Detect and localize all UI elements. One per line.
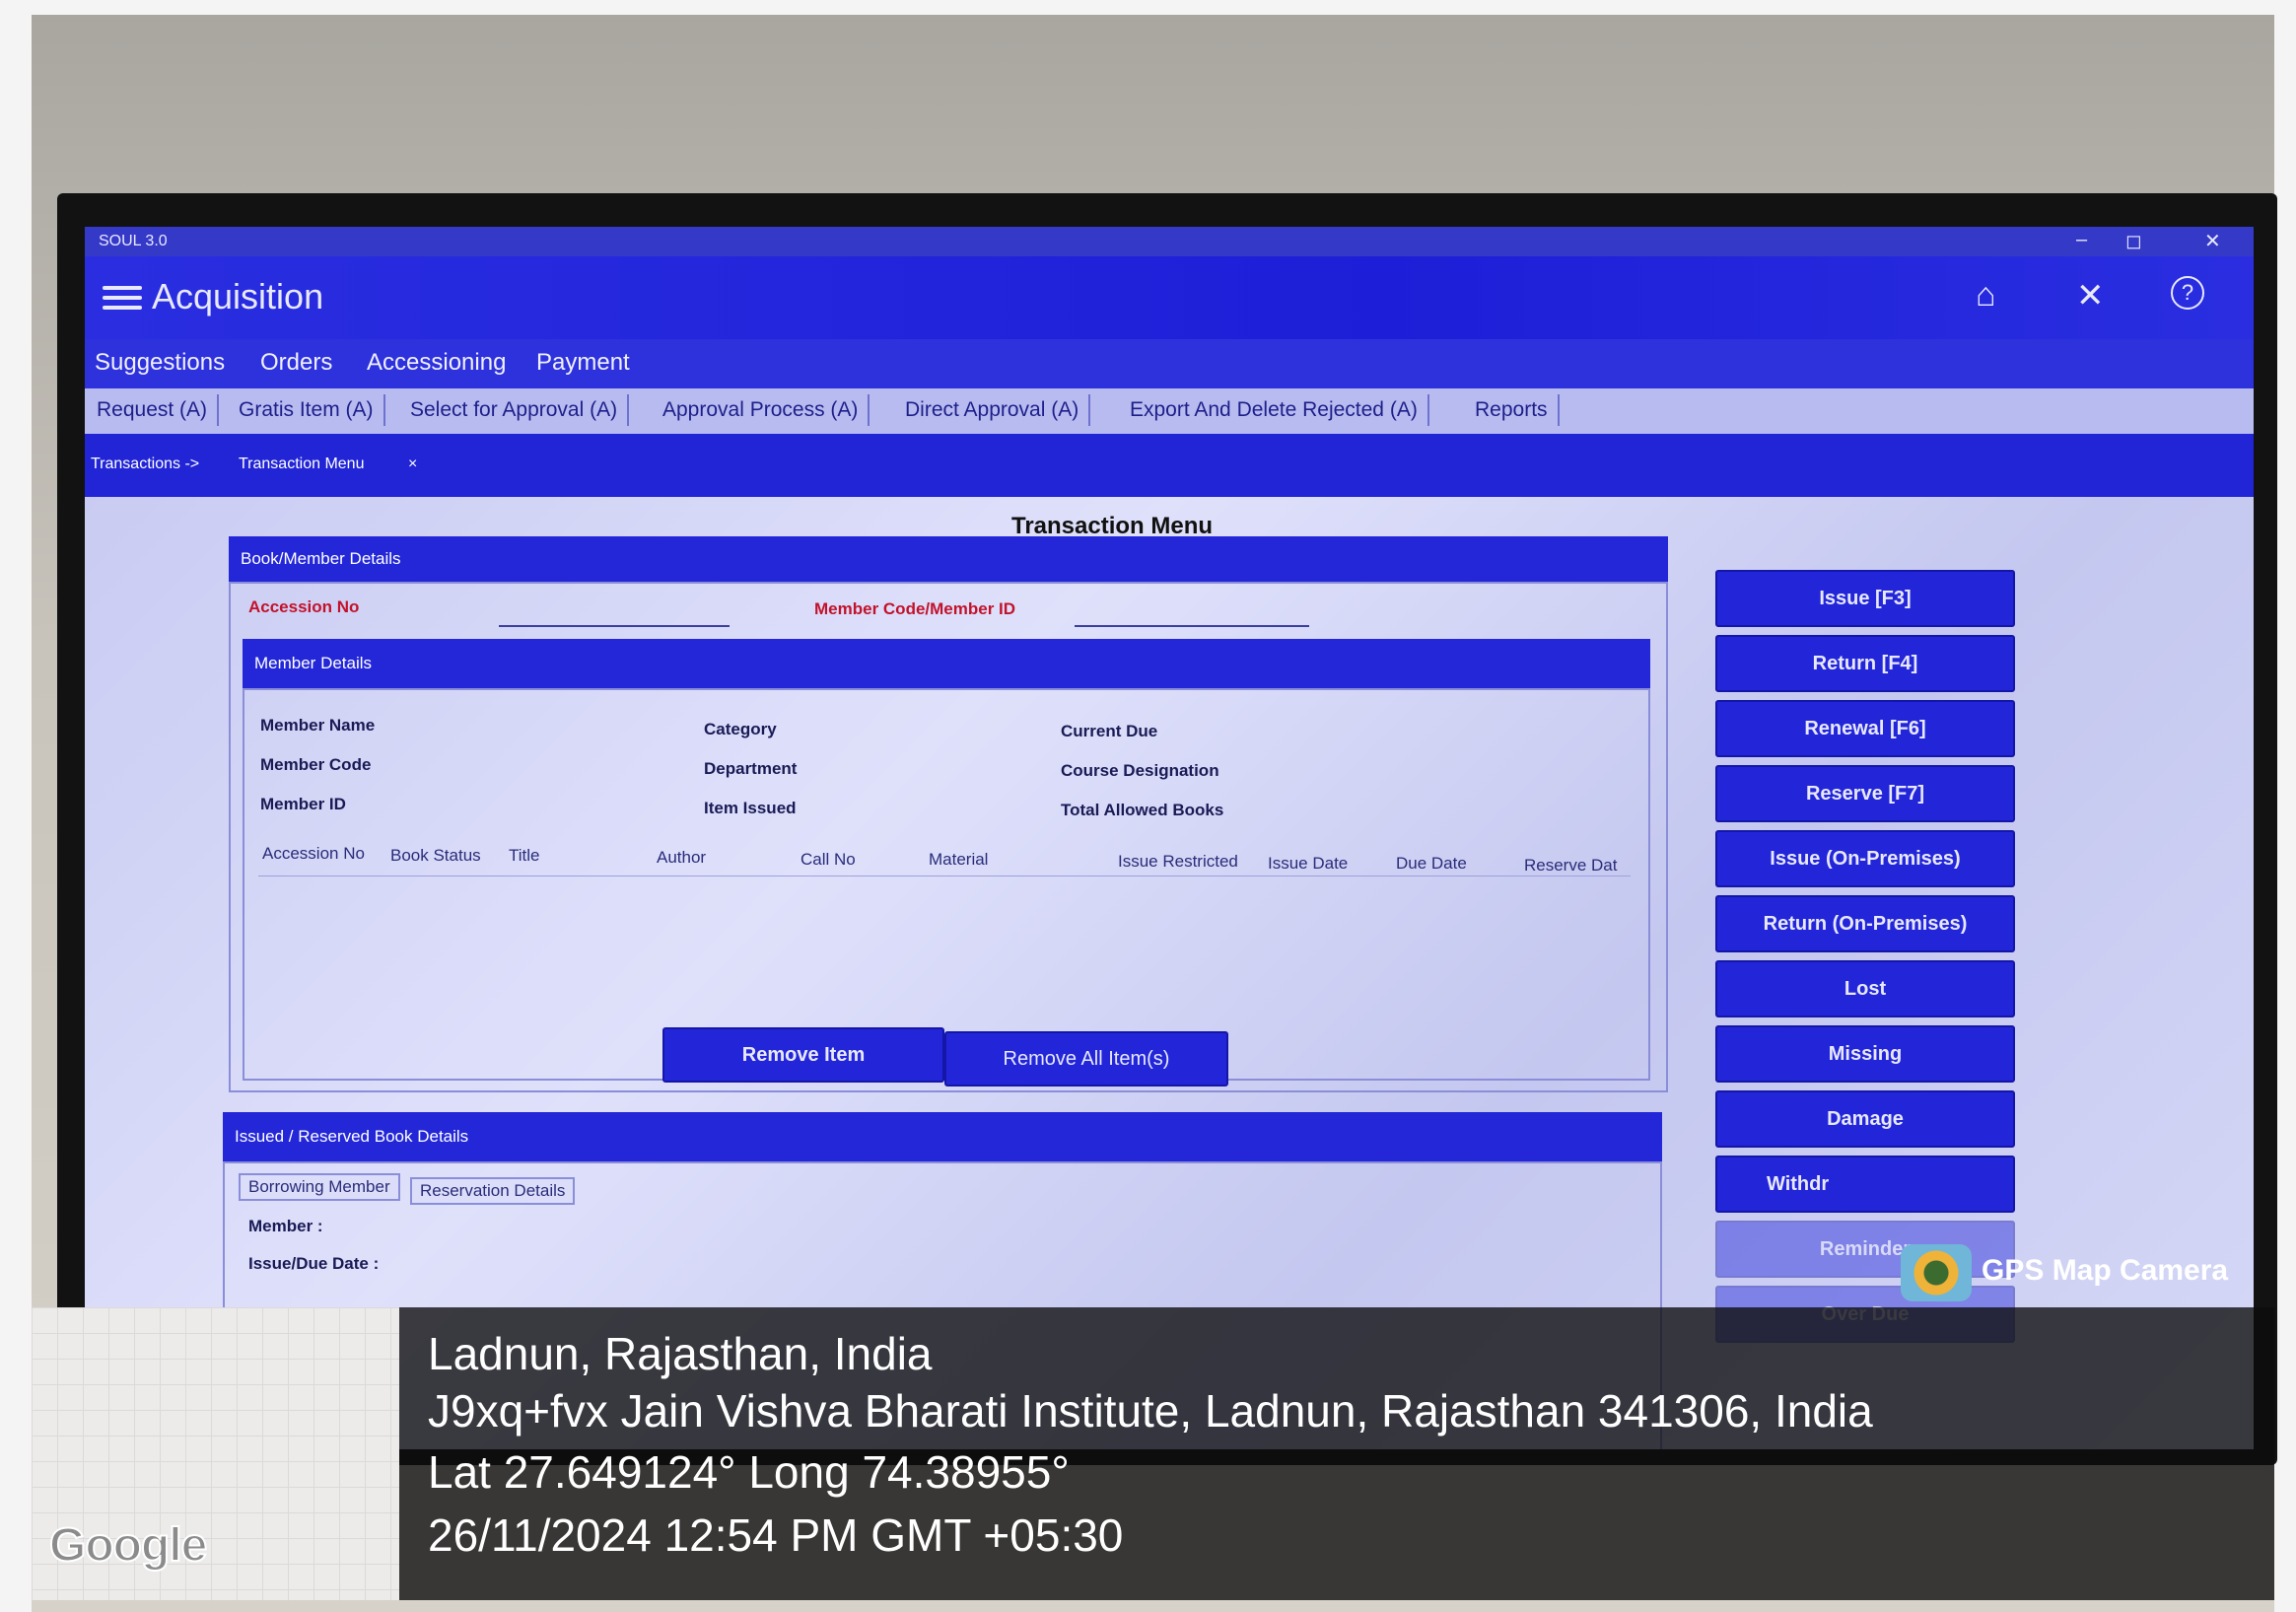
column-header: Due Date — [1396, 854, 1467, 873]
member-name-label: Member Name — [260, 716, 376, 735]
return-button[interactable]: Return [F4] — [1715, 635, 2015, 692]
overlay-coordinates: Lat 27.649124° Long 74.38955° — [428, 1446, 1070, 1498]
menu-suggestions[interactable]: Suggestions — [95, 349, 225, 377]
book-member-heading: Book/Member Details — [229, 536, 1668, 582]
accession-no-label: Accession No — [248, 597, 360, 616]
missing-button[interactable]: Missing — [1715, 1025, 2015, 1083]
tab-approval-process[interactable]: Approval Process (A) — [653, 394, 870, 426]
course-designation-label: Course Designation — [1061, 761, 1219, 780]
app-title: Acquisition — [152, 276, 324, 316]
renewal-button[interactable]: Renewal [F6] — [1715, 700, 2015, 757]
help-icon[interactable]: ? — [2171, 276, 2204, 310]
breadcrumb-parent[interactable]: Transactions -> — [91, 456, 199, 473]
damage-button[interactable]: Damage — [1715, 1090, 2015, 1148]
lost-button[interactable]: Lost — [1715, 960, 2015, 1017]
app-header: Acquisition ⌂ ✕ ? — [85, 256, 2254, 339]
tab-gratis-item[interactable]: Gratis Item (A) — [229, 394, 385, 426]
member-code-label: Member Code/Member ID — [814, 599, 1016, 618]
column-header: Issue Restricted — [1118, 852, 1238, 871]
main-menu: Suggestions Orders Accessioning Payment — [85, 339, 2254, 388]
column-header: Issue Date — [1268, 854, 1349, 873]
close-icon[interactable]: ✕ — [2076, 276, 2105, 315]
issue-button[interactable]: Issue [F3] — [1715, 570, 2015, 627]
submenu-tabs: Request (A) Gratis Item (A) Select for A… — [85, 388, 2254, 434]
window-titlebar: SOUL 3.0 – ◻ ✕ — [85, 227, 2254, 256]
gps-camera-badge: GPS Map Camera — [1982, 1254, 2229, 1287]
accession-no-input[interactable] — [499, 625, 730, 627]
menu-payment[interactable]: Payment — [536, 349, 630, 377]
window-close-icon[interactable]: ✕ — [2204, 229, 2221, 253]
column-header: Material — [929, 850, 989, 869]
column-header: Title — [509, 846, 540, 865]
column-header: Accession No — [262, 844, 365, 863]
tab-reservation-details[interactable]: Reservation Details — [410, 1177, 576, 1205]
breadcrumb-close-icon[interactable]: × — [408, 456, 417, 473]
member-field-label: Member : — [248, 1217, 323, 1235]
hamburger-menu-icon[interactable] — [103, 280, 142, 314]
member-details-heading: Member Details — [243, 639, 1650, 688]
member-code-input[interactable] — [1075, 625, 1309, 627]
menu-accessioning[interactable]: Accessioning — [367, 349, 506, 377]
issued-reserved-heading: Issued / Reserved Book Details — [223, 1112, 1662, 1161]
overlay-datetime: 26/11/2024 12:54 PM GMT +05:30 — [428, 1509, 1124, 1561]
minimize-icon[interactable]: – — [2076, 229, 2087, 251]
column-header: Book Status — [390, 846, 481, 865]
return-on-premises-button[interactable]: Return (On-Premises) — [1715, 895, 2015, 952]
category-label: Category — [704, 720, 777, 738]
tab-direct-approval[interactable]: Direct Approval (A) — [895, 394, 1091, 426]
remove-all-items-button[interactable]: Remove All Item(s) — [944, 1031, 1228, 1086]
breadcrumb: Transactions -> Transaction Menu × — [85, 434, 2254, 497]
home-icon[interactable]: ⌂ — [1976, 276, 1996, 315]
reserve-button[interactable]: Reserve [F7] — [1715, 765, 2015, 822]
item-issued-label: Item Issued — [704, 799, 797, 817]
maximize-icon[interactable]: ◻ — [2125, 229, 2142, 253]
gps-camera-icon — [1901, 1244, 1972, 1301]
issue-due-date-label: Issue/Due Date : — [248, 1254, 380, 1273]
issue-on-premises-button[interactable]: Issue (On-Premises) — [1715, 830, 2015, 887]
overlay-address: J9xq+fvx Jain Vishva Bharati Institute, … — [428, 1385, 1873, 1437]
column-header: Reserve Dat — [1524, 856, 1618, 875]
member-code-detail-label: Member Code — [260, 755, 372, 774]
google-logo: Google — [48, 1518, 208, 1573]
breadcrumb-current[interactable]: Transaction Menu — [239, 456, 364, 473]
member-id-label: Member ID — [260, 795, 346, 813]
overlay-location: Ladnun, Rajasthan, India — [428, 1328, 933, 1379]
current-due-label: Current Due — [1061, 722, 1158, 740]
tab-select-for-approval[interactable]: Select for Approval (A) — [400, 394, 630, 426]
column-header: Call No — [800, 850, 856, 869]
tab-borrowing-member[interactable]: Borrowing Member — [239, 1173, 400, 1201]
total-allowed-books-label: Total Allowed Books — [1061, 801, 1224, 819]
window-title: SOUL 3.0 — [99, 233, 168, 249]
tab-request[interactable]: Request (A) — [87, 394, 220, 426]
remove-item-button[interactable]: Remove Item — [662, 1027, 944, 1083]
tab-export-delete-rejected[interactable]: Export And Delete Rejected (A) — [1120, 394, 1429, 426]
withdraw-button[interactable]: Withdr — [1715, 1156, 2015, 1213]
member-details-panel — [243, 688, 1650, 1081]
menu-orders[interactable]: Orders — [260, 349, 332, 377]
tab-reports[interactable]: Reports — [1465, 394, 1560, 426]
department-label: Department — [704, 759, 798, 778]
column-header: Author — [657, 848, 707, 867]
